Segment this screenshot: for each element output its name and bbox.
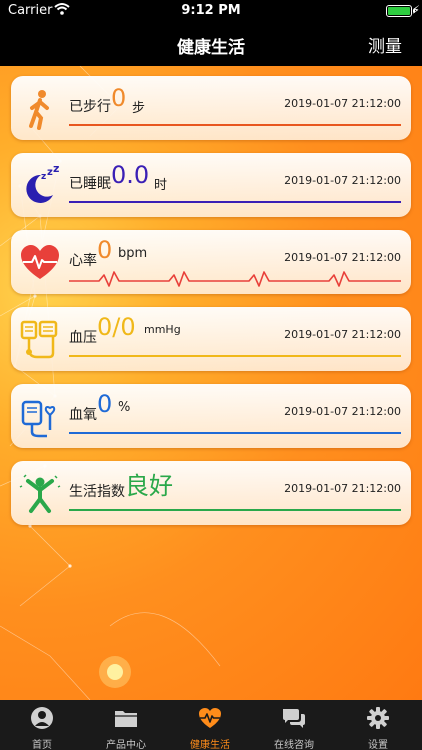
tab-settings[interactable]: 设置 (336, 700, 420, 750)
measure-button[interactable]: 测量 (368, 32, 402, 57)
sleep-timestamp: 2019-01-07 21:12:00 (284, 174, 401, 187)
blood-pressure-value: 0/0 (97, 313, 136, 341)
life-index-timestamp: 2019-01-07 21:12:00 (284, 482, 401, 495)
sleep-divider (69, 201, 401, 203)
sleep-label: 已睡眠 (69, 176, 111, 192)
sleep-moon-icon: z z z (26, 165, 59, 203)
steps-unit: 步 (132, 101, 146, 116)
charging-bolt-icon: ⚡ (411, 3, 420, 17)
battery-icon (386, 5, 415, 17)
health-content: 已步行 0 步 2019-01-07 21:12:00 z z z 已睡眠 0.… (0, 66, 422, 700)
status-bar: Carrier 9:12 PM ⚡ (0, 0, 422, 22)
svg-text:z: z (41, 172, 46, 182)
life-index-value: 良好 (125, 472, 173, 500)
tab-bar: 首页 产品中心 健康生活 在线咨询 设置 (0, 700, 422, 750)
heart-rate-unit: bpm (118, 246, 148, 261)
blood-oxygen-divider (69, 432, 401, 434)
heart-rate-label: 心率 (69, 253, 97, 269)
svg-text:z: z (53, 165, 59, 175)
tab-health[interactable]: 健康生活 (168, 700, 252, 750)
tab-consult-label: 在线咨询 (274, 740, 314, 750)
steps-card[interactable]: 已步行 0 步 2019-01-07 21:12:00 (11, 76, 411, 140)
sleep-card[interactable]: z z z 已睡眠 0.0 时 2019-01-07 21:12:00 (11, 153, 411, 217)
page-title: 健康生活 (177, 38, 245, 58)
heart-pulse-icon (199, 708, 221, 728)
blood-oxygen-value: 0 (97, 390, 113, 418)
blood-pressure-divider (69, 355, 401, 357)
life-index-divider (69, 509, 401, 511)
blood-pressure-label: 血压 (69, 330, 97, 346)
blood-oxygen-timestamp: 2019-01-07 21:12:00 (284, 405, 401, 418)
status-time: 9:12 PM (181, 3, 241, 18)
folder-icon (115, 711, 137, 727)
blood-pressure-timestamp: 2019-01-07 21:12:00 (284, 328, 401, 341)
tab-products-label: 产品中心 (106, 740, 146, 750)
life-index-card[interactable]: 生活指数 良好 2019-01-07 21:12:00 (11, 461, 411, 525)
heart-rate-icon (21, 245, 59, 279)
heart-rate-ecg-line (69, 271, 401, 287)
tab-products[interactable]: 产品中心 (84, 700, 168, 750)
blood-pressure-unit: mmHg (144, 323, 181, 336)
blood-pressure-icon (20, 320, 58, 359)
steps-label: 已步行 (69, 99, 111, 115)
tab-consult[interactable]: 在线咨询 (252, 700, 336, 750)
steps-timestamp: 2019-01-07 21:12:00 (284, 97, 401, 110)
blood-oxygen-card[interactable]: 血氧 0 % 2019-01-07 21:12:00 (11, 384, 411, 448)
life-index-label: 生活指数 (69, 484, 125, 500)
heart-rate-card[interactable]: 心率 0 bpm 2019-01-07 21:12:00 (11, 230, 411, 294)
sleep-value: 0.0 (111, 161, 150, 189)
tab-health-label: 健康生活 (190, 740, 230, 750)
walking-person-icon (29, 90, 49, 130)
blood-pressure-card[interactable]: 血压 0/0 mmHg 2019-01-07 21:12:00 (11, 307, 411, 371)
heart-rate-value: 0 (97, 236, 113, 264)
blood-oxygen-label: 血氧 (69, 407, 97, 423)
gear-icon (367, 707, 389, 729)
blood-oxygen-icon (21, 400, 56, 438)
steps-divider (69, 124, 401, 126)
heart-rate-timestamp: 2019-01-07 21:12:00 (284, 251, 401, 264)
tab-home[interactable]: 首页 (0, 700, 84, 750)
chat-bubbles-icon (283, 709, 305, 728)
tab-home-label: 首页 (32, 740, 52, 750)
profile-icon (31, 707, 53, 729)
navigation-bar: 健康生活 测量 (0, 22, 422, 66)
sleep-unit: 时 (154, 178, 168, 193)
life-index-icon (19, 474, 61, 513)
steps-value: 0 (111, 84, 127, 112)
tab-settings-label: 设置 (368, 740, 388, 750)
blood-oxygen-unit: % (118, 400, 131, 415)
